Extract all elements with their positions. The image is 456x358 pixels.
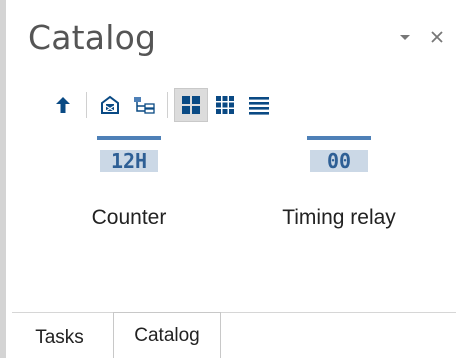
catalog-item-counter[interactable]: 12H Counter bbox=[34, 128, 224, 230]
chevron-down-icon bbox=[400, 35, 410, 40]
tab-catalog[interactable]: Catalog bbox=[113, 312, 221, 358]
library-icon bbox=[101, 95, 119, 114]
large-icons-view-button[interactable] bbox=[174, 88, 208, 122]
large-icons-icon bbox=[182, 96, 200, 114]
library-button[interactable] bbox=[93, 88, 127, 122]
list-lines-icon bbox=[249, 97, 269, 115]
timing-relay-icon: 00 bbox=[307, 132, 371, 180]
dropdown-icon[interactable] bbox=[396, 28, 414, 46]
counter-icon: 12H bbox=[97, 132, 161, 180]
catalog-panel: Catalog 12H Counter 00 Timing relay Task… bbox=[0, 0, 456, 358]
catalog-toolbar bbox=[46, 86, 276, 124]
counter-icon-text: 12H bbox=[111, 149, 147, 173]
small-icons-view-button[interactable] bbox=[208, 88, 242, 122]
tab-tasks[interactable]: Tasks bbox=[12, 314, 107, 358]
timing-relay-symbol: 00 bbox=[307, 136, 371, 174]
counter-symbol: 12H bbox=[97, 136, 161, 174]
catalog-items: 12H Counter 00 Timing relay bbox=[6, 128, 456, 298]
title-controls bbox=[396, 28, 446, 46]
toolbar-separator bbox=[86, 92, 87, 118]
catalog-item-label: Counter bbox=[91, 206, 167, 229]
small-icons-grid-icon bbox=[216, 96, 234, 114]
arrow-up-icon bbox=[56, 97, 70, 113]
bottom-tabs: Tasks Catalog bbox=[12, 312, 456, 358]
tree-view-button[interactable] bbox=[127, 88, 161, 122]
timing-relay-icon-text: 00 bbox=[327, 149, 351, 173]
catalog-item-label: Timing relay bbox=[282, 206, 396, 229]
toolbar-separator bbox=[167, 92, 168, 118]
list-view-button[interactable] bbox=[242, 88, 276, 122]
panel-title: Catalog bbox=[28, 18, 157, 57]
up-level-button[interactable] bbox=[46, 88, 80, 122]
close-icon[interactable] bbox=[428, 28, 446, 46]
catalog-item-timing-relay[interactable]: 00 Timing relay bbox=[244, 128, 434, 230]
close-x-icon bbox=[431, 31, 443, 43]
tree-structure-icon bbox=[134, 97, 155, 114]
